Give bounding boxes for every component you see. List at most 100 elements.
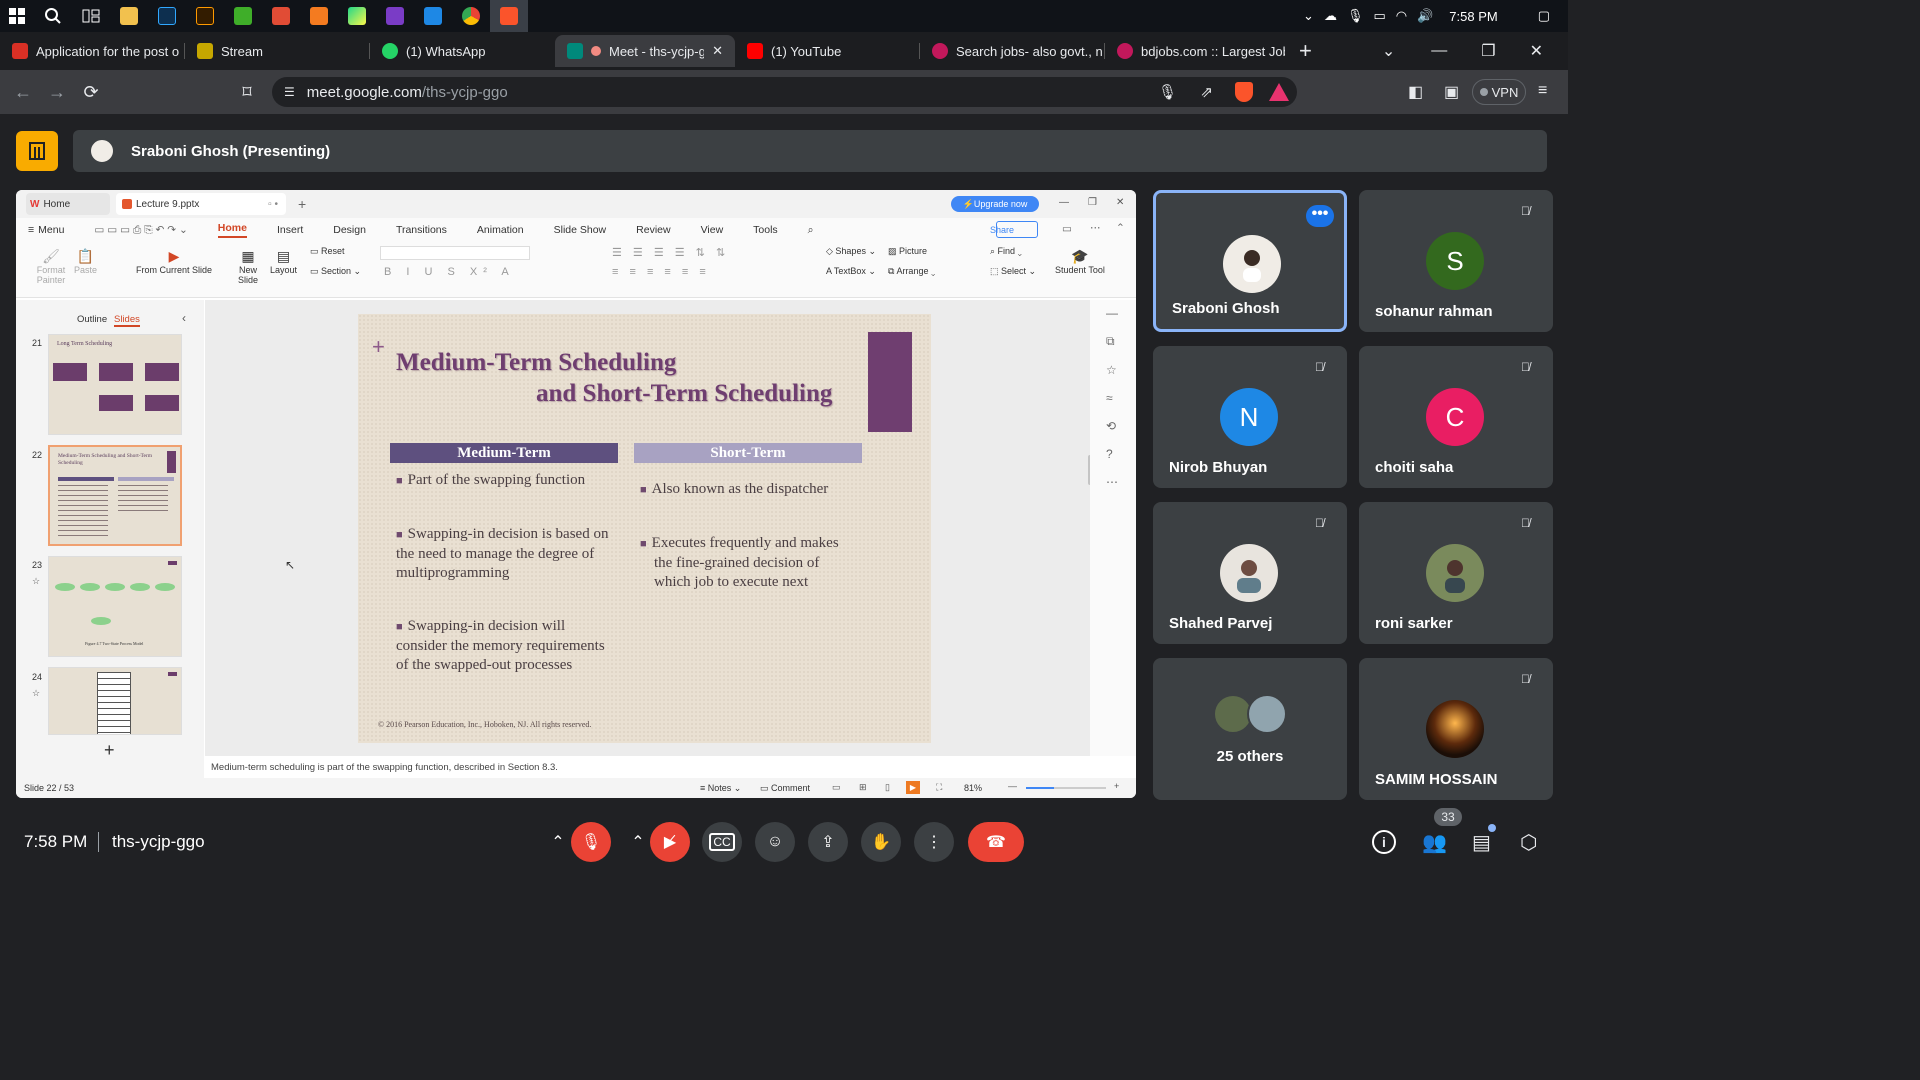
- comment-icon[interactable]: ▭: [1062, 223, 1072, 235]
- more-options-button[interactable]: ⋮: [914, 822, 954, 862]
- tab-stream[interactable]: Stream: [185, 35, 370, 67]
- menu-item-tools[interactable]: Tools: [753, 224, 778, 236]
- paste-button[interactable]: 📋 Paste: [74, 248, 97, 275]
- wps-minimize-icon[interactable]: —: [1059, 197, 1069, 208]
- chevron-up-icon[interactable]: ⌄: [1303, 8, 1314, 24]
- windows-start-icon[interactable]: [0, 0, 34, 32]
- search-icon[interactable]: [34, 0, 72, 32]
- audio-options-button[interactable]: ⌃: [543, 822, 573, 862]
- shapes-button[interactable]: ◇ Shapes ⌄: [826, 246, 876, 257]
- menu-item-menu[interactable]: Menu: [38, 224, 64, 236]
- mic-toggle-button[interactable]: 🎙: [571, 822, 611, 862]
- outline-tab[interactable]: Outline: [77, 314, 107, 325]
- site-info-icon[interactable]: ☰: [284, 85, 295, 99]
- reset-button[interactable]: ▭ Reset: [310, 246, 345, 257]
- view-icons[interactable]: ▭ ⊞ ▯: [832, 782, 898, 793]
- powerpoint-icon[interactable]: [262, 0, 300, 32]
- menu-item-transitions[interactable]: Transitions: [396, 224, 447, 236]
- sidebar-icon[interactable]: ◧: [1408, 82, 1423, 102]
- wps-new-tab-icon[interactable]: +: [298, 196, 306, 212]
- pycharm-icon[interactable]: [338, 0, 376, 32]
- minimize-icon[interactable]: —: [1431, 42, 1447, 60]
- activities-icon[interactable]: ⬡: [1520, 830, 1537, 855]
- minus-icon[interactable]: —: [1106, 306, 1118, 320]
- copy-icon[interactable]: ⧉: [1106, 334, 1118, 349]
- quick-access-icons[interactable]: ▭ ▭ ▭ ⎙ ⎘ ↶ ↷ ⌄: [94, 224, 187, 237]
- zoom-slider[interactable]: [1026, 787, 1106, 789]
- wifi-icon[interactable]: ◠: [1396, 8, 1407, 24]
- zoom-in-icon[interactable]: +: [1114, 781, 1119, 791]
- tab-search-jobs[interactable]: Search jobs- also govt., n: [920, 35, 1105, 67]
- vpn-button[interactable]: VPN: [1472, 79, 1526, 105]
- arrange-button[interactable]: ⧉ Arrange ⌄: [888, 266, 935, 277]
- wps-document-tab[interactable]: Lecture 9.pptx ▫ •: [116, 193, 286, 215]
- reload-icon[interactable]: ⟳: [74, 75, 108, 109]
- slide-thumbnail-24[interactable]: [48, 667, 182, 735]
- format-painter-button[interactable]: 🖌 Format Painter: [36, 248, 66, 285]
- more-options-icon[interactable]: •••: [1306, 205, 1334, 227]
- participant-tile[interactable]: 🎙̸ Shahed Parvej: [1153, 502, 1347, 644]
- zoom-level[interactable]: 81%: [964, 783, 982, 793]
- upgrade-button[interactable]: ⚡ Upgrade now: [951, 196, 1039, 212]
- participant-tile[interactable]: 🎙̸ SAMIM HOSSAIN: [1359, 658, 1553, 800]
- wps-close-icon[interactable]: ✕: [1116, 197, 1124, 208]
- wps-search-icon[interactable]: ⌕: [808, 224, 814, 237]
- paragraph-icons[interactable]: ☰ ☰ ☰ ☰ ⇅ ⇅: [612, 246, 729, 259]
- menu-icon[interactable]: ≡: [1538, 82, 1547, 100]
- clock-time[interactable]: 7:58 PM: [1449, 9, 1497, 24]
- new-slide-button[interactable]: ▦ New Slide: [236, 248, 260, 285]
- menu-hamburger-icon[interactable]: ≡: [28, 224, 34, 236]
- info-icon[interactable]: i: [1372, 830, 1396, 854]
- file-explorer-icon[interactable]: [110, 0, 148, 32]
- slides-tab[interactable]: Slides: [114, 314, 140, 327]
- vscode-icon[interactable]: [414, 0, 452, 32]
- star-icon[interactable]: ☆: [32, 688, 40, 699]
- star-tool-icon[interactable]: ☆: [1106, 363, 1118, 377]
- close-tab-icon[interactable]: ✕: [712, 43, 723, 59]
- wallet-icon[interactable]: ▣: [1444, 82, 1459, 102]
- participant-tile[interactable]: S 🎙̸ sohanur rahman: [1359, 190, 1553, 332]
- leave-call-button[interactable]: ☎: [968, 822, 1024, 862]
- chat-icon[interactable]: ▤: [1472, 830, 1491, 855]
- app-orange-icon[interactable]: [300, 0, 338, 32]
- participant-tile[interactable]: N 🎙̸ Nirob Bhuyan: [1153, 346, 1347, 488]
- adjust-icon[interactable]: ≈: [1106, 391, 1118, 405]
- current-slide[interactable]: + Medium-Term Scheduling and Short-Term …: [358, 314, 931, 743]
- layout-button[interactable]: ▤ Layout: [270, 248, 297, 275]
- more-icon[interactable]: ⋯: [1090, 222, 1101, 234]
- notification-icon[interactable]: ▢: [1538, 8, 1550, 24]
- forward-icon[interactable]: →: [40, 75, 74, 109]
- task-view-icon[interactable]: [72, 0, 110, 32]
- text-format-icons[interactable]: B I U S X² A: [384, 266, 515, 278]
- volume-icon[interactable]: 🔊: [1417, 8, 1433, 24]
- participant-tile[interactable]: ••• Sraboni Ghosh: [1153, 190, 1347, 332]
- menu-item-design[interactable]: Design: [333, 224, 366, 236]
- restore-icon[interactable]: ❐: [1481, 41, 1495, 61]
- section-button[interactable]: ▭ Section ⌄: [310, 266, 361, 277]
- collapse-pane-icon[interactable]: ‹: [182, 311, 186, 325]
- more-tools-icon[interactable]: ⋯: [1106, 475, 1118, 489]
- from-current-slide-button[interactable]: ▶ From Current Slide: [136, 248, 212, 275]
- onedrive-icon[interactable]: ☁: [1324, 8, 1337, 24]
- zoom-out-icon[interactable]: —: [1008, 781, 1017, 791]
- tab-bdjobs[interactable]: bdjobs.com :: Largest Job: [1105, 35, 1285, 67]
- find-button[interactable]: ⌕ Find ⌄: [990, 246, 1022, 257]
- back-icon[interactable]: ←: [6, 75, 40, 109]
- visual-studio-icon[interactable]: [376, 0, 414, 32]
- illustrator-icon[interactable]: [186, 0, 224, 32]
- share-icon[interactable]: ⇗: [1200, 83, 1213, 101]
- chrome-icon[interactable]: [452, 0, 490, 32]
- brave-rewards-icon[interactable]: [1269, 83, 1289, 101]
- raise-hand-button[interactable]: ✋: [861, 822, 901, 862]
- camera-toggle-button[interactable]: ▶̸: [650, 822, 690, 862]
- collapse-ribbon-icon[interactable]: ⌃: [1116, 222, 1125, 234]
- slide-thumbnail-22[interactable]: Medium-Term Scheduling and Short-Term Sc…: [48, 445, 182, 546]
- present-button[interactable]: ⇪: [808, 822, 848, 862]
- address-bar[interactable]: ☰ meet.google.com /ths-ycjp-ggo 🎙 ⇗: [272, 77, 1297, 107]
- video-options-button[interactable]: ⌃: [623, 822, 653, 862]
- history-icon[interactable]: ⟲: [1106, 419, 1118, 433]
- close-window-icon[interactable]: ✕: [1530, 41, 1543, 61]
- fit-icon[interactable]: ⛶: [936, 782, 942, 793]
- add-slide-icon[interactable]: +: [104, 740, 115, 761]
- star-icon[interactable]: ☆: [32, 576, 40, 587]
